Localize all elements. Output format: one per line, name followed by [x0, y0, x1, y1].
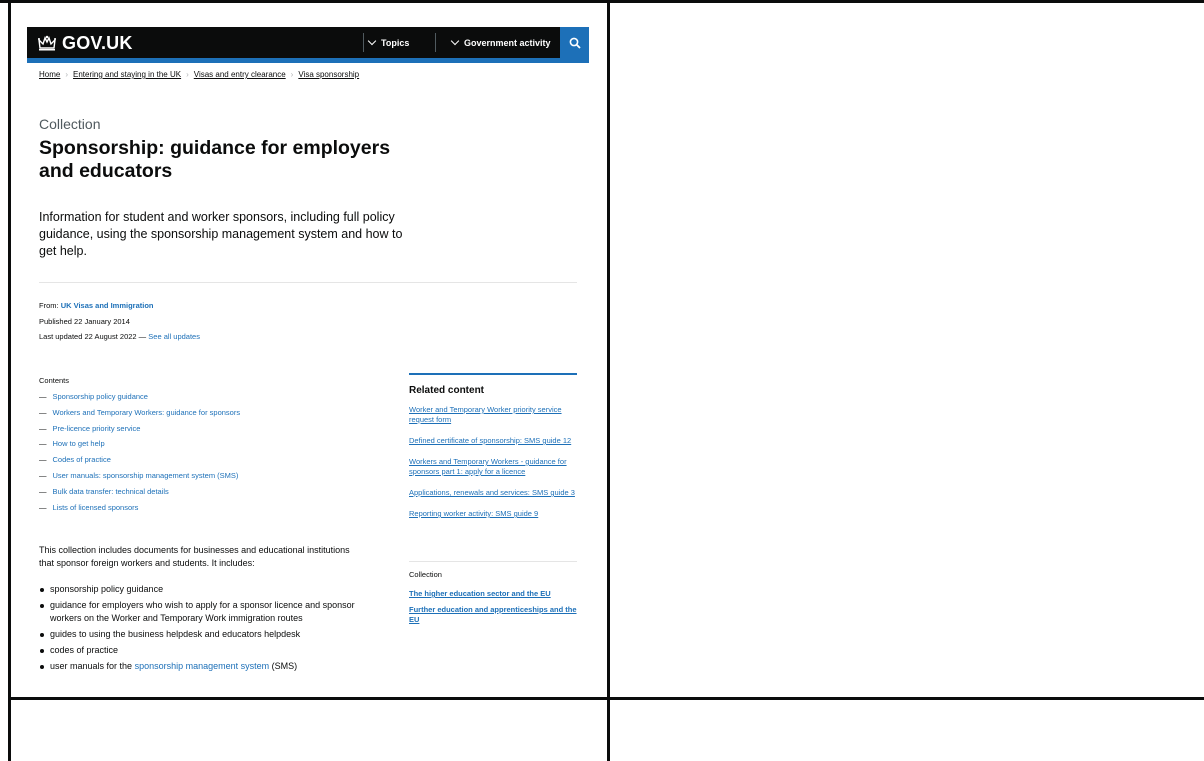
related-content-list: Worker and Temporary Worker priority ser… [409, 405, 579, 530]
contents-item: — How to get help [39, 439, 105, 449]
contents-item: — Lists of licensed sponsors [39, 502, 139, 512]
government-activity-menu-button[interactable]: Government activity [450, 27, 551, 58]
collection-heading: Collection [409, 570, 442, 579]
govuk-header: GOV.UK Topics Government activity [27, 27, 589, 58]
page-lead: Information for student and worker spons… [39, 210, 403, 258]
related-item: Applications, renewals and services: SMS… [409, 488, 579, 498]
page-title: Sponsorship: guidance for employers and … [39, 137, 391, 182]
topics-menu-button[interactable]: Topics [367, 27, 410, 58]
contents-link[interactable]: How to get help [53, 439, 105, 448]
collection-item: Further education and apprenticeships an… [409, 605, 579, 625]
divider [409, 561, 577, 562]
breadcrumb-chevron-icon: › [290, 70, 294, 79]
collection-bullet-list: sponsorship policy guidance guidance for… [39, 583, 379, 676]
related-link[interactable]: Workers and Temporary Workers - guidance… [409, 457, 567, 476]
list-item: user manuals for the sponsorship managem… [39, 660, 379, 673]
related-link[interactable]: Applications, renewals and services: SMS… [409, 488, 575, 497]
contents-link[interactable]: Pre-licence priority service [53, 424, 141, 433]
frame-horizontal-border [8, 697, 1204, 700]
search-button[interactable] [560, 27, 589, 58]
search-icon [569, 37, 581, 49]
list-item: sponsorship policy guidance [39, 583, 379, 596]
contents-link[interactable]: Sponsorship policy guidance [53, 392, 148, 401]
related-top-rule [409, 373, 577, 375]
contents-item: — Workers and Temporary Workers: guidance… [39, 407, 241, 417]
collection-list: The higher education sector and the EU F… [409, 589, 579, 631]
govuk-logo-link[interactable]: GOV.UK [37, 31, 133, 55]
breadcrumb-chevron-icon: › [65, 70, 69, 79]
collection-link[interactable]: The higher education sector and the EU [409, 589, 551, 598]
breadcrumb-entering-staying[interactable]: Entering and staying in the UK [73, 70, 181, 79]
contents-item: — User manuals: sponsorship management sy… [39, 470, 239, 480]
contents-item: — Pre-licence priority service [39, 423, 141, 433]
related-item: Worker and Temporary Worker priority ser… [409, 405, 579, 425]
contents-link[interactable]: Workers and Temporary Workers: guidance … [53, 408, 241, 417]
from-org-link[interactable]: UK Visas and Immigration [61, 301, 154, 310]
related-content-heading: Related content [409, 385, 485, 396]
related-link[interactable]: Reporting worker activity: SMS guide 9 [409, 509, 538, 518]
contents-item: — Codes of practice [39, 455, 111, 465]
collection-link[interactable]: Further education and apprenticeships an… [409, 605, 577, 624]
see-all-updates-link[interactable]: See all updates [148, 332, 200, 341]
contents-list: — Sponsorship policy guidance — Workers an… [39, 392, 240, 518]
contents-link[interactable]: Lists of licensed sponsors [53, 503, 139, 512]
contents-heading: Contents [39, 376, 70, 385]
from-label: From: [39, 301, 59, 310]
contents-item: — Bulk data transfer: technical details [39, 486, 169, 496]
related-item: Defined certificate of sponsorship: SMS … [409, 436, 579, 446]
government-activity-label: Government activity [464, 37, 551, 48]
related-item: Workers and Temporary Workers - guidance… [409, 457, 579, 477]
divider [39, 282, 577, 283]
breadcrumb: Home › Entering and staying in the UK › … [39, 70, 359, 79]
meta-last-updated: Last updated 22 August 2022 — See all up… [39, 332, 200, 341]
crown-icon [38, 35, 56, 51]
logo-text: GOV.UK [62, 32, 133, 53]
breadcrumb-visas-entry[interactable]: Visas and entry clearance [194, 70, 286, 79]
related-link[interactable]: Worker and Temporary Worker priority ser… [409, 405, 562, 424]
topics-label: Topics [381, 37, 410, 48]
breadcrumb-home[interactable]: Home [39, 70, 60, 79]
sms-link[interactable]: sponsorship management system [135, 661, 270, 671]
page-caption: Collection [39, 116, 101, 132]
related-link[interactable]: Defined certificate of sponsorship: SMS … [409, 436, 571, 445]
collection-intro: This collection includes documents for b… [39, 545, 350, 568]
last-updated-text: Last updated 22 August 2022 — [39, 332, 147, 341]
meta-from: From: UK Visas and Immigration [39, 301, 154, 310]
collection-item: The higher education sector and the EU [409, 589, 579, 599]
breadcrumb-visa-sponsorship[interactable]: Visa sponsorship [298, 70, 359, 79]
breadcrumb-chevron-icon: › [186, 70, 189, 79]
chevron-down-icon [450, 36, 460, 45]
header-blue-stripe [27, 58, 589, 63]
frame-middle-border [607, 0, 610, 761]
list-item: codes of practice [39, 644, 379, 657]
meta-published: Published 22 January 2014 [39, 317, 130, 326]
contents-link[interactable]: Codes of practice [53, 455, 111, 464]
chevron-down-icon [367, 36, 377, 45]
header-divider [363, 33, 364, 52]
browser-pane: GOV.UK Topics Government activity Home ›… [11, 3, 607, 697]
list-item: guidance for employers who wish to apply… [39, 599, 379, 624]
bullet-suffix: (SMS) [271, 660, 298, 671]
contents-item: — Sponsorship policy guidance [39, 392, 148, 401]
related-item: Reporting worker activity: SMS guide 9 [409, 509, 579, 519]
header-divider [435, 33, 436, 52]
bullet-prefix: user manuals for the [50, 660, 133, 671]
list-item: guides to using the business helpdesk an… [39, 628, 379, 641]
contents-link[interactable]: Bulk data transfer: technical details [53, 487, 169, 496]
contents-link[interactable]: User manuals: sponsorship management sys… [53, 471, 239, 480]
